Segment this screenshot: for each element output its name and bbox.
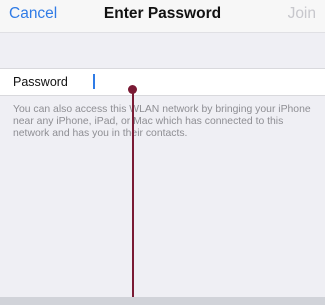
keyboard-edge: [0, 297, 325, 305]
password-field[interactable]: [90, 72, 310, 92]
password-row[interactable]: Password: [0, 68, 325, 96]
pointer-line: [132, 89, 134, 305]
password-label: Password: [13, 75, 68, 89]
join-button[interactable]: Join: [288, 5, 316, 23]
help-text: You can also access this WLAN network by…: [13, 104, 311, 140]
navigation-bar: Cancel Enter Password Join: [0, 0, 325, 32]
section-spacer: [0, 32, 325, 68]
text-cursor: [93, 74, 95, 89]
page-title: Enter Password: [103, 5, 222, 22]
pointer-dot: [128, 85, 137, 94]
